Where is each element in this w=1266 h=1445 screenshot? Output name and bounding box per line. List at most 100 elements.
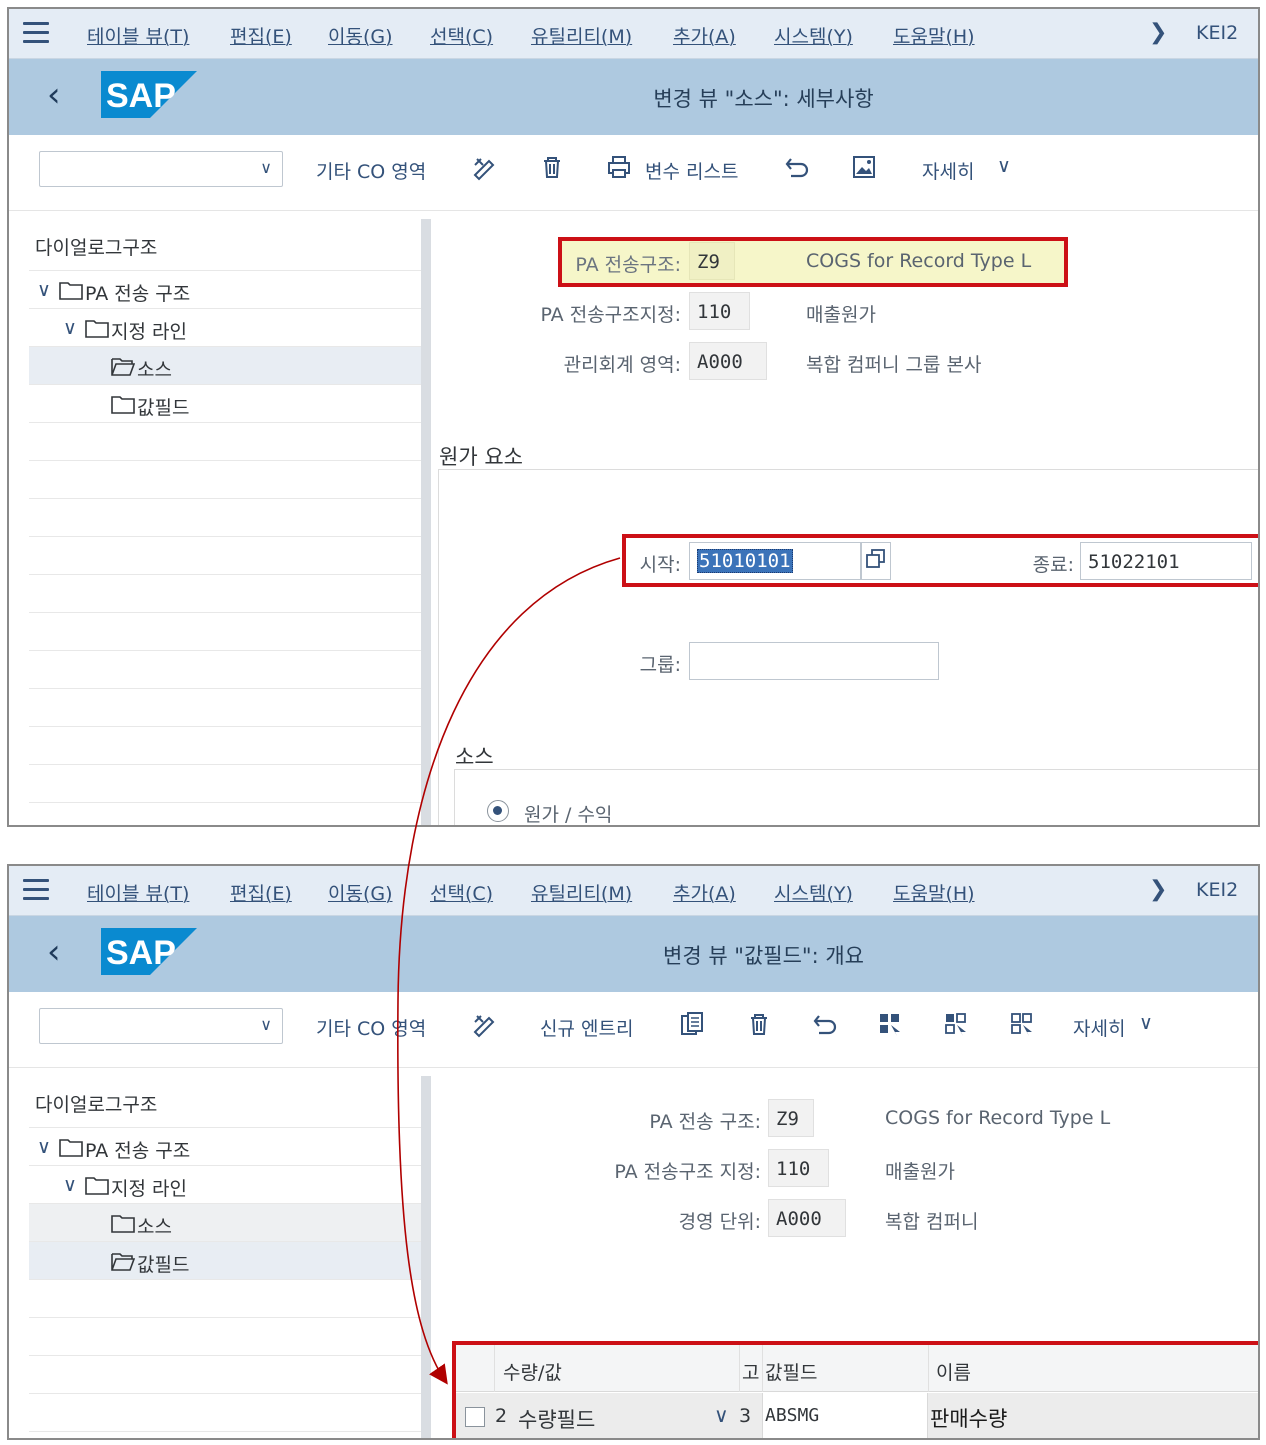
tree-empty-row (29, 689, 421, 727)
pane-splitter[interactable] (421, 1076, 431, 1438)
cost-revenue-radio[interactable] (487, 800, 509, 822)
select-all-icon[interactable] (876, 1010, 904, 1038)
menu-help[interactable]: 도움말(H) (893, 879, 975, 906)
assignment-field: 110 (689, 292, 750, 330)
deselect-all-icon[interactable] (1008, 1010, 1036, 1038)
more-button[interactable]: 자세히 (1073, 1014, 1125, 1041)
row-type-dropdown-icon[interactable]: ∨ (714, 1403, 729, 1427)
expand-chevron-icon[interactable]: ∨ (63, 317, 77, 339)
expand-chevron-icon[interactable]: ∨ (63, 1174, 77, 1196)
assignment-label: PA 전송구조 지정: (614, 1161, 761, 1183)
undo-icon[interactable] (783, 153, 811, 181)
dialog-structure-tree: 다이얼로그구조 ∨ PA 전송 구조 ∨ 지정 라인 소스 값필드 (29, 1076, 421, 1432)
variable-list-button[interactable]: 변수 리스트 (645, 157, 738, 184)
tree-node-value-fields[interactable]: 값필드 (29, 1242, 421, 1280)
display-change-icon[interactable] (471, 1010, 499, 1038)
menu-selection[interactable]: 선택(C) (430, 22, 493, 49)
col-value-field[interactable]: 값필드 (765, 1358, 817, 1385)
page-title: 변경 뷰 "값필드": 개요 (663, 944, 864, 968)
more-button[interactable]: 자세히 (922, 157, 974, 184)
group-input[interactable] (689, 642, 939, 680)
print-icon[interactable] (605, 153, 633, 181)
multiple-selection-icon[interactable] (861, 542, 891, 580)
tree-node-assignment-lines[interactable]: ∨ 지정 라인 (29, 309, 421, 347)
menu-utilities[interactable]: 유틸리티(M) (531, 879, 632, 906)
pa-structure-desc: COGS for Record Type L (885, 1107, 1111, 1129)
page-title: 변경 뷰 "소스": 세부사항 (653, 87, 874, 111)
menu-help[interactable]: 도움말(H) (893, 22, 975, 49)
cost-elements-section-title: 원가 요소 (439, 445, 523, 469)
bottom-window: 테이블 뷰(T) 편집(E) 이동(G) 선택(C) 유틸리티(M) 추가(A)… (7, 864, 1260, 1440)
new-entries-button[interactable]: 신규 엔트리 (540, 1014, 633, 1041)
chevron-right-icon[interactable]: ❯ (1149, 877, 1167, 902)
more-chevron-icon[interactable]: ∨ (997, 155, 1011, 177)
menu-system[interactable]: 시스템(Y) (774, 879, 853, 906)
tree-node-pa-structure[interactable]: ∨ PA 전송 구조 (29, 271, 421, 309)
col-name[interactable]: 이름 (936, 1358, 971, 1385)
menu-utilities[interactable]: 유틸리티(M) (531, 22, 632, 49)
folder-icon (85, 1177, 109, 1195)
controlling-area-field: A000 (689, 342, 767, 380)
grid-header-row (456, 1345, 1258, 1392)
tree-node-source[interactable]: 소스 (29, 1204, 421, 1242)
hamburger-menu-icon[interactable] (23, 22, 49, 44)
expand-chevron-icon[interactable]: ∨ (37, 1136, 51, 1158)
pa-structure-field: Z9 (768, 1099, 814, 1137)
col-fixed[interactable]: 고 (742, 1358, 759, 1385)
tree-empty-row (29, 727, 421, 765)
table-row[interactable]: 2 수량필드 ∨ 3 ABSMG 판매수량 (456, 1393, 1258, 1438)
tree-node-assignment-lines[interactable]: ∨ 지정 라인 (29, 1166, 421, 1204)
row-value-field-cell[interactable]: ABSMG (762, 1393, 928, 1438)
menu-goto[interactable]: 이동(G) (328, 879, 393, 906)
menu-edit[interactable]: 편집(E) (230, 22, 292, 49)
system-id: KEI2 (1196, 879, 1239, 901)
folder-icon (111, 1215, 135, 1233)
other-co-area-button[interactable]: 기타 CO 영역 (316, 1014, 426, 1041)
to-input[interactable]: 51022101 (1080, 542, 1252, 580)
image-icon[interactable] (850, 153, 878, 181)
toolbar: ∨ 기타 CO 영역 신규 엔트리 자세히 ∨ (9, 992, 1258, 1068)
source-section-title: 소스 (455, 745, 494, 769)
display-change-icon[interactable] (471, 153, 499, 181)
select-block-icon[interactable] (942, 1010, 970, 1038)
from-input-value: 51010101 (697, 549, 793, 573)
folder-icon (85, 320, 109, 338)
controlling-area-label: 관리회계 영역: (563, 354, 681, 376)
delete-icon[interactable] (538, 153, 566, 181)
menu-edit[interactable]: 편집(E) (230, 879, 292, 906)
command-dropdown[interactable]: ∨ (39, 151, 283, 187)
menu-goto[interactable]: 이동(G) (328, 22, 393, 49)
menu-extras[interactable]: 추가(A) (673, 22, 736, 49)
tree-empty-row (29, 1280, 421, 1318)
expand-chevron-icon[interactable]: ∨ (37, 279, 51, 301)
col-qty-value[interactable]: 수량/값 (503, 1358, 562, 1385)
copy-as-icon[interactable] (678, 1010, 706, 1038)
operating-concern-label: 경영 단위: (678, 1211, 761, 1233)
tree-empty-row (29, 537, 421, 575)
row-type-text[interactable]: 수량필드 (518, 1404, 595, 1434)
tree-empty-row (29, 499, 421, 537)
title-bar: ‹ SAP 변경 뷰 "값필드": 개요 (9, 916, 1258, 992)
tree-node-source[interactable]: 소스 (29, 347, 421, 385)
chevron-right-icon[interactable]: ❯ (1149, 20, 1167, 45)
menu-selection[interactable]: 선택(C) (430, 879, 493, 906)
hamburger-menu-icon[interactable] (23, 879, 49, 901)
delete-icon[interactable] (745, 1010, 773, 1038)
title-bar: ‹ SAP 변경 뷰 "소스": 세부사항 (9, 59, 1258, 135)
operating-concern-field: A000 (768, 1199, 846, 1237)
toolbar: ∨ 기타 CO 영역 변수 리스트 자세히 ∨ (9, 135, 1258, 211)
menu-table-view[interactable]: 테이블 뷰(T) (87, 879, 189, 906)
tree-node-pa-structure[interactable]: ∨ PA 전송 구조 (29, 1128, 421, 1166)
menu-system[interactable]: 시스템(Y) (774, 22, 853, 49)
menu-extras[interactable]: 추가(A) (673, 879, 736, 906)
more-chevron-icon[interactable]: ∨ (1139, 1012, 1153, 1034)
row-select-checkbox[interactable] (465, 1407, 485, 1427)
other-co-area-button[interactable]: 기타 CO 영역 (316, 157, 426, 184)
undo-icon[interactable] (811, 1010, 839, 1038)
command-dropdown[interactable]: ∨ (39, 1008, 283, 1044)
menu-table-view[interactable]: 테이블 뷰(T) (87, 22, 189, 49)
pane-splitter[interactable] (421, 219, 431, 825)
tree-node-value-fields[interactable]: 값필드 (29, 385, 421, 423)
row-name[interactable]: 판매수량 (930, 1403, 1007, 1433)
from-input[interactable]: 51010101 (689, 542, 861, 580)
